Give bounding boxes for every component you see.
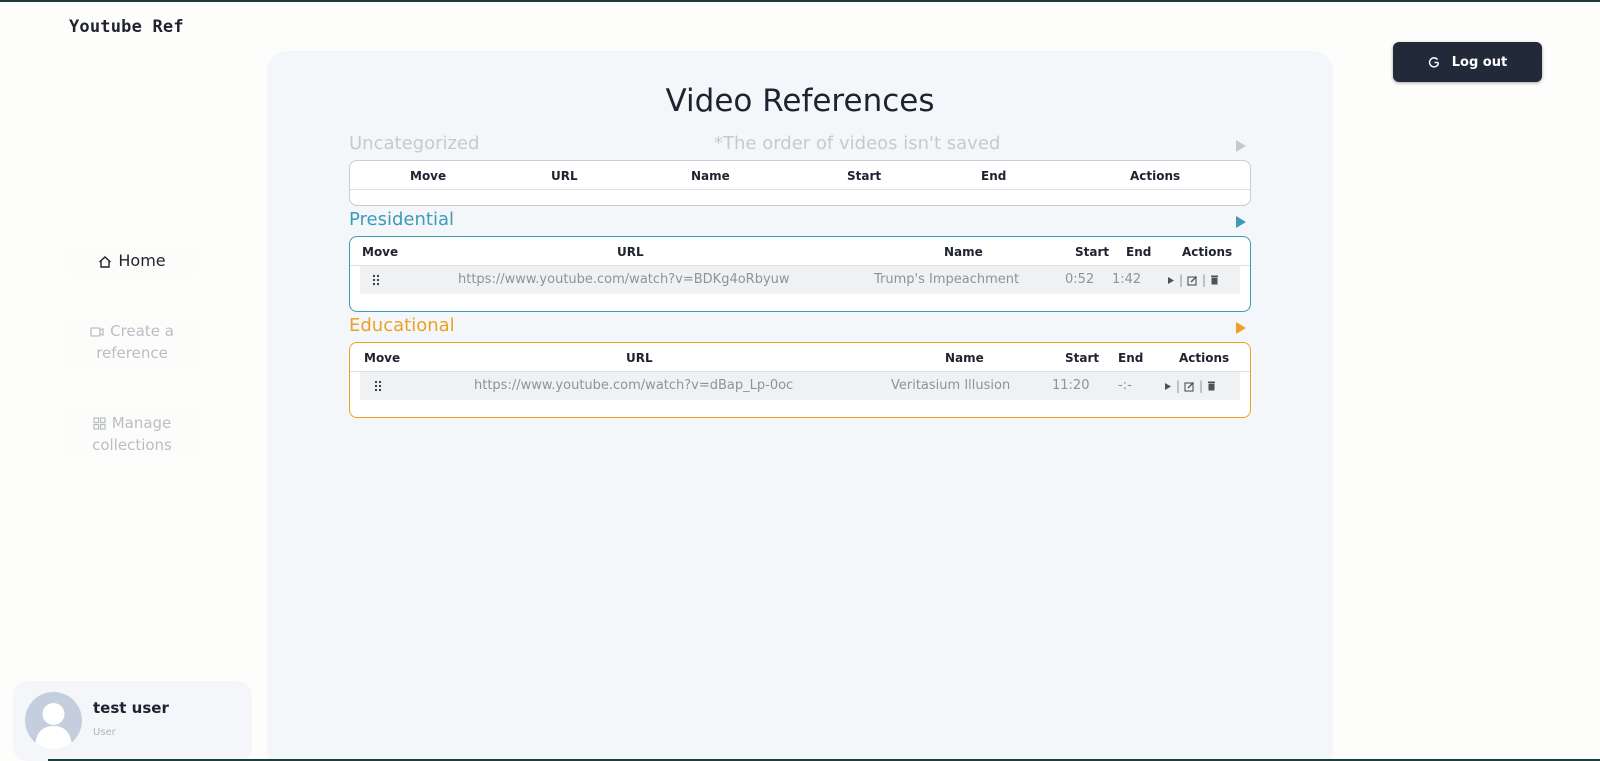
user-name: test user [93, 699, 169, 717]
app-logo[interactable]: Youtube Ref [69, 17, 184, 37]
table-row[interactable]: https://www.youtube.com/watch?v=dBap_Lp-… [360, 372, 1240, 400]
nav-home[interactable]: Home [64, 243, 200, 279]
col-start: Start [847, 169, 882, 183]
drag-handle-icon[interactable] [372, 274, 380, 286]
play-icon[interactable] [1167, 276, 1175, 285]
trash-icon[interactable] [1210, 275, 1219, 285]
nav-manage-collections[interactable]: Manage collections [64, 408, 200, 460]
table-uncategorized: Move URL Name Start End Actions [349, 160, 1251, 206]
col-start: Start [1075, 245, 1110, 259]
edit-icon[interactable] [1187, 275, 1198, 286]
cell-end: -:- [1118, 378, 1132, 393]
col-name: Name [945, 351, 984, 365]
col-move: Move [410, 169, 447, 183]
col-url: URL [617, 245, 644, 259]
header-divider [350, 189, 1250, 190]
col-move: Move [362, 245, 399, 259]
home-icon [99, 255, 112, 268]
nav-home-label: Home [118, 251, 166, 270]
cell-name: Trump's Impeachment [874, 272, 1020, 287]
col-actions: Actions [1130, 169, 1181, 183]
avatar [25, 692, 82, 749]
expand-presidential-icon[interactable] [1236, 216, 1246, 228]
logout-button[interactable]: Log out [1393, 42, 1542, 82]
col-actions: Actions [1179, 351, 1230, 365]
user-silhouette-icon [35, 703, 72, 749]
row-actions: | | [1167, 273, 1219, 287]
col-move: Move [364, 351, 401, 365]
col-end: End [1118, 351, 1144, 365]
cell-url[interactable]: https://www.youtube.com/watch?v=BDKg4oRb… [458, 272, 790, 287]
grid-icon [93, 417, 106, 430]
user-role: User [93, 727, 116, 738]
nav-create-label: Create a reference [96, 322, 174, 362]
action-separator: | [1179, 273, 1184, 287]
page-title-text: Video References [665, 83, 935, 119]
top-border [0, 0, 1600, 2]
logout-icon [1428, 57, 1439, 68]
col-url: URL [626, 351, 653, 365]
section-title-educational: Educational [349, 315, 455, 336]
action-separator: | [1199, 379, 1204, 393]
user-profile-card[interactable]: test user User [13, 681, 252, 761]
col-end: End [1126, 245, 1152, 259]
edit-icon[interactable] [1184, 381, 1195, 392]
table-educational: Move URL Name Start End Actions https://… [349, 342, 1251, 418]
expand-educational-icon[interactable] [1236, 322, 1246, 334]
table-presidential: Move URL Name Start End Actions https://… [349, 236, 1251, 312]
table-row[interactable]: https://www.youtube.com/watch?v=BDKg4oRb… [360, 266, 1240, 294]
col-actions: Actions [1182, 245, 1233, 259]
page-title: Video References [0, 83, 1600, 119]
section-title-uncategorized: Uncategorized [349, 133, 480, 154]
cell-end: 1:42 [1112, 272, 1142, 287]
nav-create-reference[interactable]: Create a reference [64, 316, 200, 368]
action-separator: | [1176, 379, 1181, 393]
cell-start: 11:20 [1052, 378, 1090, 393]
section-title-presidential: Presidential [349, 209, 454, 230]
col-start: Start [1065, 351, 1100, 365]
col-end: End [981, 169, 1007, 183]
col-url: URL [551, 169, 578, 183]
create-icon [90, 326, 104, 337]
trash-icon[interactable] [1207, 381, 1216, 391]
expand-uncategorized-icon[interactable] [1236, 140, 1246, 152]
col-name: Name [691, 169, 730, 183]
action-separator: | [1202, 273, 1207, 287]
cell-name: Veritasium Illusion [891, 378, 1011, 393]
logout-label: Log out [1451, 54, 1508, 70]
cell-start: 0:52 [1065, 272, 1095, 287]
order-note: *The order of videos isn't saved [714, 133, 1001, 154]
cell-url[interactable]: https://www.youtube.com/watch?v=dBap_Lp-… [474, 378, 793, 393]
col-name: Name [944, 245, 983, 259]
play-icon[interactable] [1164, 382, 1172, 391]
row-actions: | | [1164, 379, 1216, 393]
drag-handle-icon[interactable] [374, 380, 382, 392]
